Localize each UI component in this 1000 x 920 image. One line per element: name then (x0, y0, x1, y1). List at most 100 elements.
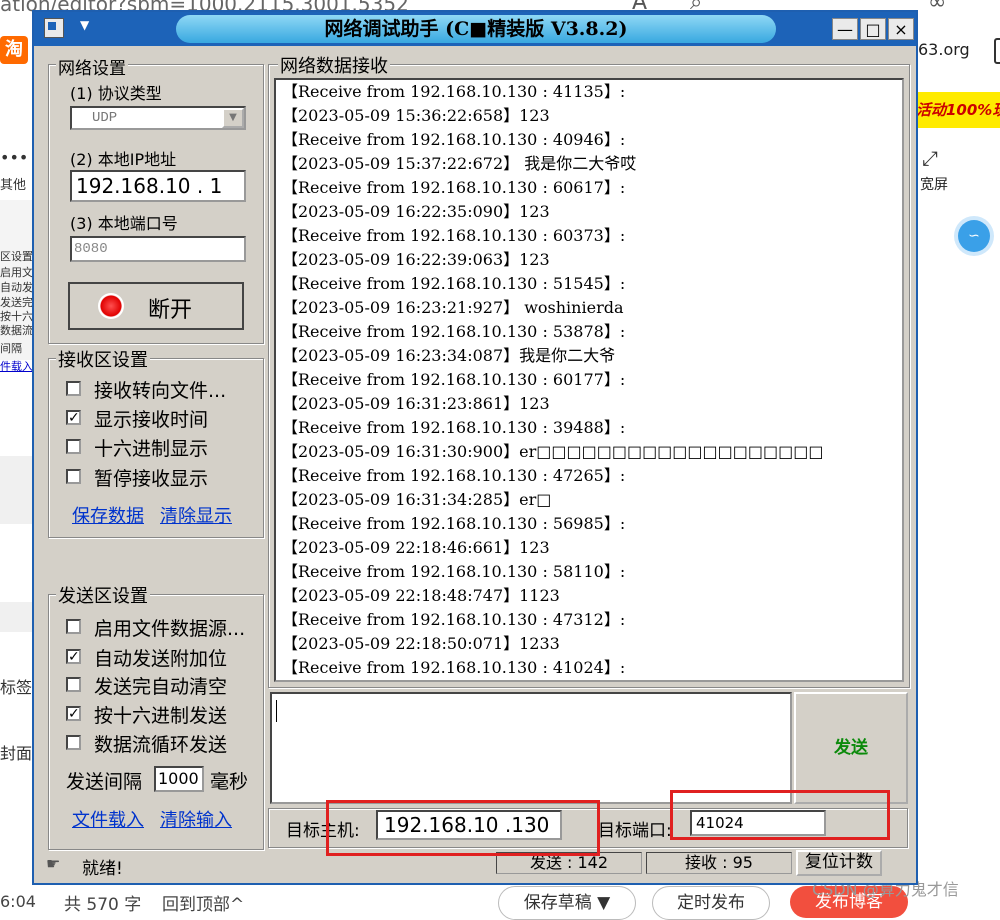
window-title: 网络调试助手 (C■精装版 V3.8.2) (176, 15, 776, 43)
port-label: (3) 本地端口号 (70, 214, 178, 233)
clear-display-link[interactable]: 清除显示 (160, 502, 232, 528)
receive-line: 【2023-05-09 16:22:35:090】123 (282, 202, 550, 221)
receive-line: 【2023-05-09 22:18:48:747】1123 (282, 586, 560, 605)
close-button[interactable]: × (888, 18, 914, 40)
receive-line: 【2023-05-09 16:31:34:285】er□ (282, 490, 552, 509)
more-dots-icon[interactable]: ••• (0, 148, 33, 167)
receive-line: 【2023-05-09 22:18:50:071】1233 (282, 634, 560, 653)
receive-line: 【Receive from 192.168.10.130 : 51545】: (282, 274, 626, 293)
receive-option-label: 十六进制显示 (94, 438, 209, 460)
receive-line: 【Receive from 192.168.10.130 : 47265】: (282, 466, 626, 485)
target-port-label: 目标端口: (598, 821, 672, 841)
minimize-button[interactable]: — (832, 18, 858, 40)
bg-time: 6:04 (0, 892, 36, 911)
receive-line: 【Receive from 192.168.10.130 : 41024】: (282, 658, 626, 677)
menu-arrow-icon[interactable]: ▼ (80, 18, 89, 32)
checkbox[interactable] (66, 619, 81, 634)
app-icon[interactable] (44, 18, 64, 38)
receive-line: 【Receive from 192.168.10.130 : 60373】: (282, 226, 626, 245)
checkbox[interactable] (66, 381, 81, 396)
page-edge-icon (994, 38, 1000, 64)
protocol-label: (1) 协议类型 (70, 84, 162, 103)
bg-more-label: 其他 (0, 178, 27, 193)
title-bar[interactable]: ▼ 网络调试助手 (C■精装版 V3.8.2) — □ × (34, 12, 916, 46)
checkbox[interactable] (66, 439, 81, 454)
protocol-select[interactable]: UDP (70, 106, 246, 130)
checkbox[interactable] (66, 735, 81, 750)
receive-log[interactable]: 【Receive from 192.168.10.130 : 41135】: 【2… (274, 78, 904, 682)
receive-option-label: 接收转向文件... (94, 380, 227, 402)
network-settings-label: 网络设置 (56, 54, 128, 79)
text-cursor (276, 700, 277, 722)
ready-status: 就绪! (82, 859, 123, 879)
send-option-label: 按十六进制发送 (94, 705, 228, 727)
fullscreen-icon[interactable]: ⤢ (922, 146, 938, 170)
send-option-label: 启用文件数据源... (94, 618, 246, 640)
checkbox[interactable]: ✓ (66, 410, 81, 425)
checkbox[interactable] (66, 469, 81, 484)
receive-line: 【2023-05-09 16:22:39:063】123 (282, 250, 550, 269)
receive-line: 【Receive from 192.168.10.130 : 60177】: (282, 370, 626, 389)
receive-lines: 【Receive from 192.168.10.130 : 41135】: 【2… (276, 80, 902, 680)
bg-fragment: 间隔 (0, 342, 22, 355)
send-option-label: 发送完自动清空 (94, 676, 228, 698)
bg-fragment: 启用文件 (0, 266, 33, 279)
bg-fragment: 自动发送 (0, 281, 33, 294)
recv-counter: 接收 : 95 (646, 852, 792, 874)
interval-field[interactable]: 1000 (154, 766, 204, 792)
maximize-button[interactable]: □ (860, 18, 886, 40)
schedule-publish-button[interactable]: 定时发布 (652, 886, 770, 920)
chevron-down-icon[interactable]: ▼ (222, 108, 244, 128)
receive-line: 【2023-05-09 16:31:30:900】er□□□□□□□□□□□□□… (282, 442, 824, 461)
send-settings-label: 发送区设置 (56, 582, 150, 608)
disconnect-button[interactable]: 断开 (68, 282, 244, 330)
reset-count-button[interactable]: 复位计数 (796, 850, 882, 876)
app-window: ▼ 网络调试助手 (C■精装版 V3.8.2) — □ × 网络设置 (1) 协… (32, 10, 918, 885)
disconnect-label: 断开 (148, 298, 193, 323)
clear-input-link[interactable]: 清除输入 (160, 806, 232, 832)
word-count: 共 570 字 (64, 895, 142, 915)
interval-label: 发送间隔 (66, 771, 143, 793)
taobao-logo-icon[interactable]: 淘 (0, 36, 28, 64)
interval-unit: 毫秒 (210, 771, 249, 793)
assistant-icon[interactable]: ∽ (958, 220, 990, 252)
bg-tag-label: 标签 (0, 678, 33, 697)
receive-line: 【Receive from 192.168.10.130 : 56985】: (282, 514, 626, 533)
file-load-link[interactable]: 文件载入 (72, 806, 144, 832)
wide-screen-label[interactable]: 宽屏 (920, 174, 948, 194)
local-ip-field[interactable]: 192.168.10 . 1 (70, 170, 246, 202)
save-data-link[interactable]: 保存数据 (72, 502, 144, 528)
bg-fragment: 件载入 (0, 360, 33, 373)
save-draft-button[interactable]: 保存草稿 ▼ (498, 886, 636, 920)
bg-cover-label: 封面 (0, 744, 33, 763)
send-button[interactable]: 发送 (794, 692, 908, 804)
receive-settings-label: 接收区设置 (56, 346, 150, 372)
receive-option-label: 暂停接收显示 (94, 468, 209, 490)
send-input[interactable] (270, 692, 792, 804)
extensions-icon[interactable]: ∞ (928, 0, 946, 15)
receive-line: 【Receive from 192.168.10.130 : 39488】: (282, 418, 626, 437)
receive-line: 【2023-05-09 16:31:23:861】123 (282, 394, 550, 413)
receive-line: 【Receive from 192.168.10.130 : 58110】: (282, 562, 626, 581)
receive-line: 【Receive from 192.168.10.130 : 53878】: (282, 322, 626, 341)
local-port-field[interactable]: 8080 (70, 236, 246, 262)
bg-fragment: 数据流循 (0, 324, 33, 337)
bg-domain-fragment: 63.org (918, 40, 970, 59)
bg-panel (0, 602, 33, 632)
checkbox[interactable]: ✓ (66, 706, 81, 721)
ip-label: (2) 本地IP地址 (70, 150, 177, 169)
receive-line: 【Receive from 192.168.10.130 : 47312】: (282, 610, 626, 629)
send-option-label: 自动发送附加位 (94, 648, 228, 670)
bg-promo-banner[interactable]: 活动100%现 (916, 92, 1000, 128)
checkbox[interactable]: ✓ (66, 649, 81, 664)
receive-line: 【2023-05-09 15:37:22:672】 我是你二大爷哎 (282, 154, 637, 173)
back-to-top-link[interactable]: 回到顶部^ (162, 890, 244, 915)
status-light-icon (98, 293, 124, 319)
receive-line: 【Receive from 192.168.10.130 : 41135】: (282, 82, 626, 101)
receive-line: 【2023-05-09 22:18:46:661】123 (282, 538, 550, 557)
receive-option-label: 显示接收时间 (94, 409, 209, 431)
receive-area-label: 网络数据接收 (278, 52, 390, 78)
checkbox[interactable] (66, 677, 81, 692)
pointing-hand-icon: ☛ (46, 854, 61, 873)
highlight-target-port (670, 790, 890, 840)
